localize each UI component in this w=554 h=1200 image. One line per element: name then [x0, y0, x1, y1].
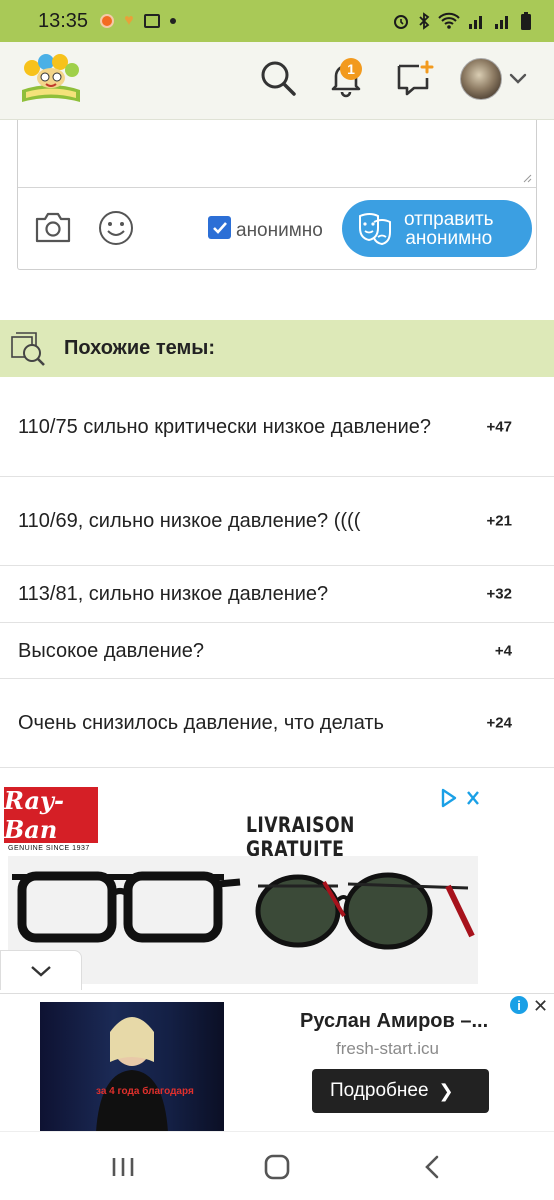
ad-details-button[interactable]: Подробнее ❯: [312, 1069, 489, 1113]
video-caption: за 4 года благодаря: [96, 1085, 194, 1097]
anonymous-checkbox[interactable]: [208, 216, 231, 239]
ad-close-icon[interactable]: ✕: [533, 996, 548, 1017]
video-ad[interactable]: за 4 года благодаря Руслан Амиров –... f…: [0, 993, 554, 1132]
checkmark-icon: [212, 221, 227, 234]
theater-masks-icon: [359, 212, 391, 245]
similar-topics-header: Похожие темы:: [0, 320, 554, 377]
video-frame: за 4 года благодаря: [96, 1017, 194, 1132]
heart-notification-icon: ♥: [124, 12, 134, 29]
topic-item[interactable]: 110/69, сильно низкое давление? (((( +21: [0, 477, 554, 566]
camera-icon[interactable]: [34, 210, 72, 244]
rayban-logo: Ray-Ban: [4, 786, 98, 844]
topics-search-icon: [11, 331, 45, 366]
app-notification-icon: [100, 14, 115, 28]
topic-title[interactable]: 110/69, сильно низкое давление? ((((: [18, 505, 360, 537]
new-message-icon[interactable]: [395, 58, 435, 98]
topic-title[interactable]: Высокое давление?: [18, 635, 204, 667]
wifi-icon: [438, 12, 460, 29]
send-button-label: отправить анонимно: [404, 208, 494, 249]
gallery-notification-icon: [143, 14, 160, 28]
site-logo[interactable]: [18, 52, 84, 110]
ad-info-icon[interactable]: i: [510, 996, 528, 1014]
alarm-icon: [394, 15, 408, 29]
status-system-icons: [392, 11, 532, 31]
status-notification-icons: ♥: [100, 12, 176, 30]
similar-topics-title: Похожие темы:: [64, 337, 216, 359]
topic-count: +32: [486, 585, 512, 603]
signal-icon-1: [469, 16, 482, 29]
chevron-down-icon: [31, 965, 51, 977]
topic-title[interactable]: 110/75 сильно критически низкое давление…: [18, 411, 431, 443]
battery-icon: [521, 12, 531, 30]
topic-title[interactable]: Очень снизилось давление, что делать: [18, 707, 384, 739]
chevron-down-icon[interactable]: [508, 72, 528, 86]
ad-domain: fresh-start.icu: [336, 1039, 439, 1058]
topic-item[interactable]: 110/75 сильно критически низкое давление…: [0, 377, 554, 477]
bluetooth-icon: [419, 12, 430, 30]
similar-topics-list: 110/75 сильно критически низкое давление…: [0, 377, 554, 768]
topic-item[interactable]: Очень снизилось давление, что делать +24: [0, 679, 554, 768]
topic-title[interactable]: 113/81, сильно низкое давление?: [18, 578, 328, 610]
comment-textarea[interactable]: [18, 120, 536, 188]
send-anonymous-button[interactable]: отправить анонимно: [342, 200, 532, 257]
signal-icon-2: [495, 16, 508, 29]
back-icon[interactable]: [418, 1152, 448, 1182]
user-avatar[interactable]: [460, 58, 502, 100]
topic-count: +47: [486, 418, 512, 435]
collapse-ad-tab[interactable]: [0, 950, 82, 990]
comment-form: анонимно отправить анонимно: [17, 120, 537, 270]
anonymous-label[interactable]: анонимно: [236, 220, 323, 242]
topic-count: +21: [486, 512, 512, 530]
home-icon[interactable]: [262, 1152, 292, 1182]
recent-apps-icon[interactable]: [108, 1152, 138, 1182]
resize-handle-icon[interactable]: [522, 173, 532, 183]
ad-title[interactable]: Руслан Амиров –...: [300, 1010, 488, 1033]
chevron-right-icon: ❯: [438, 1080, 454, 1101]
ad-video-thumbnail[interactable]: за 4 года благодаря: [40, 1002, 224, 1132]
search-icon[interactable]: [258, 58, 298, 98]
topic-count: +4: [494, 642, 512, 659]
topic-count: +24: [486, 714, 512, 732]
ad-choices-icon[interactable]: [440, 788, 482, 808]
more-notifications-icon: [169, 18, 176, 24]
emoji-icon[interactable]: [98, 210, 134, 246]
topic-item[interactable]: 113/81, сильно низкое давление? +32: [0, 566, 554, 623]
notification-badge: 1: [340, 58, 362, 80]
status-bar: 13:35 ♥: [0, 0, 554, 42]
rayban-logo-subtext: GENUINE SINCE 1937: [8, 845, 90, 852]
site-header: 1: [0, 42, 554, 120]
status-time: 13:35: [38, 9, 89, 32]
topic-item[interactable]: Высокое давление? +4: [0, 623, 554, 679]
ad-details-label: Подробнее: [330, 1080, 429, 1101]
ad-headline: LIVRAISON GRATUITE: [246, 813, 355, 861]
system-nav-bar: [0, 1131, 554, 1200]
